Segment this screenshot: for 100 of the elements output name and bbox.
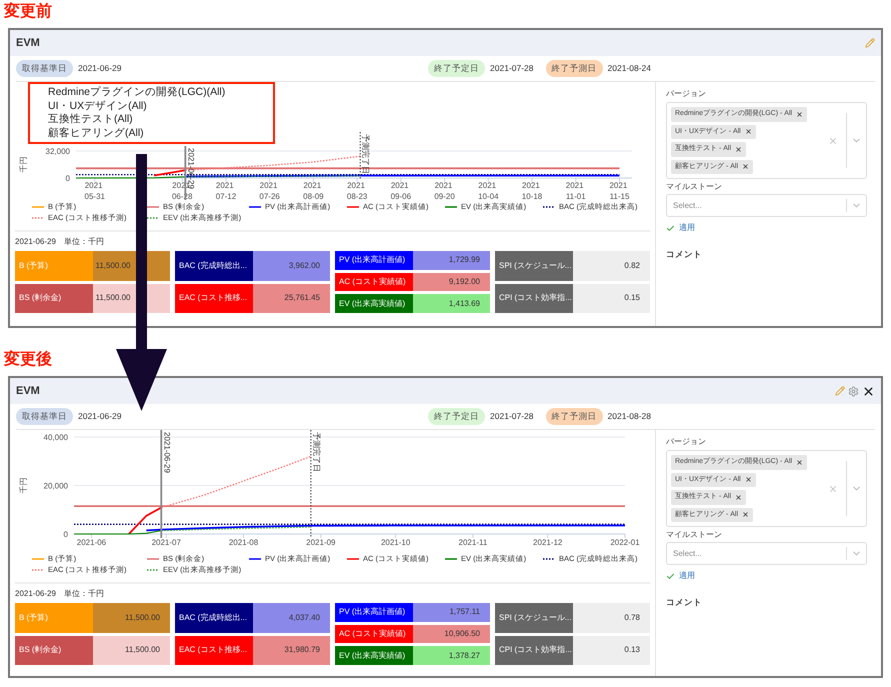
- unit-label: 単位：千円: [64, 236, 104, 248]
- axis-tick-label: 2021 07-12: [216, 181, 236, 200]
- metric-value: 0.78: [572, 603, 650, 632]
- axis-tick-label: 2021 11-15: [610, 181, 630, 200]
- metric-value: 1,729.99: [412, 251, 490, 270]
- date-badge: 取得基準日: [16, 60, 73, 77]
- metric-label: BAC (完成時総出...: [175, 251, 252, 280]
- axis-tick-label: 2021 08-23: [346, 181, 368, 200]
- metric-value: 1,378.27: [412, 646, 490, 666]
- close-icon[interactable]: [862, 384, 875, 398]
- date-badge: 終了予測日: [546, 60, 603, 77]
- axis-tick-label: 2021 09-06: [390, 181, 412, 200]
- field-label: バージョン: [666, 88, 706, 100]
- remove-icon[interactable]: [742, 163, 749, 170]
- remove-icon[interactable]: [796, 458, 804, 466]
- axis-tick-label: 20,000: [44, 482, 68, 490]
- section-heading: 変更後: [3, 349, 53, 370]
- metric-value: 0.13: [572, 636, 650, 665]
- axis-tick-label: 2021 10-04: [478, 181, 499, 200]
- axis-tick-label: 40,000: [44, 433, 68, 442]
- section-heading: 変更前: [3, 1, 53, 22]
- date-badge: 取得基準日: [16, 408, 73, 425]
- metric-value: 0.15: [572, 284, 650, 313]
- metric-label: CPI (コスト効率指...: [495, 636, 572, 665]
- metric-label: EV (出来高実績値): [335, 294, 412, 314]
- field-label: マイルストーン: [666, 181, 722, 193]
- date-value: 2021-08-24: [608, 62, 651, 75]
- metric-label: PV (出来高計画値): [335, 603, 412, 622]
- unit-label: 単位：千円: [64, 588, 104, 600]
- remove-icon[interactable]: [735, 146, 742, 153]
- field-label: マイルストーン: [666, 529, 722, 541]
- axis-tick-label: 32,000: [46, 147, 70, 156]
- marker-line: [360, 132, 361, 180]
- axis-tick-label: 2021-09: [306, 538, 336, 547]
- axis-tick-label: 0: [64, 530, 68, 539]
- axis-tick-label: 2021-07: [152, 538, 181, 547]
- marker-label: 2021-06-29: [162, 432, 172, 473]
- metric-value: 10,906.50: [412, 624, 490, 644]
- metric-value: 1,757.11: [412, 603, 490, 622]
- section-title: コメント: [666, 596, 702, 609]
- axis-tick-label: 2021-10: [380, 538, 410, 547]
- milestone-select[interactable]: Select...: [666, 194, 867, 217]
- remove-icon[interactable]: [735, 494, 742, 501]
- metric-value: 31,980.79: [252, 636, 330, 665]
- select-placeholder: Select...: [673, 200, 703, 212]
- date-value: 2021-08-28: [608, 410, 651, 423]
- marker-label: 予測完了日: [312, 432, 321, 472]
- remove-icon[interactable]: [796, 110, 804, 118]
- callout-text: 互換性テスト(All): [48, 113, 134, 126]
- callout-text: Redmineプラグインの開発(LGC)(All): [48, 86, 226, 100]
- axis-tick-label: 2021-12: [533, 538, 562, 547]
- callout-text: 顧客ヒアリング(All): [48, 126, 145, 140]
- metric-label: AC (コスト実績値): [335, 272, 412, 292]
- metric-value: 11,500.00: [92, 603, 170, 632]
- remove-icon[interactable]: [744, 128, 752, 136]
- date-badge: 終了予定日: [428, 408, 486, 425]
- axis-tick-label: 2021-08: [228, 538, 258, 547]
- apply-link[interactable]: 適用: [679, 222, 695, 234]
- axis-tick-label: 2021 10-18: [522, 181, 542, 200]
- panel-title: EVM: [16, 36, 41, 51]
- metric-value: 9,192.00: [412, 272, 490, 292]
- check-icon: [666, 224, 675, 232]
- marker-label: 予測完了日: [361, 134, 370, 174]
- metric-label: SPI (スケジュール...: [495, 251, 572, 280]
- date-value: 2021-06-29: [78, 62, 122, 75]
- axis-title: 千円: [19, 156, 28, 172]
- metric-label: EV (出来高実績値): [335, 646, 412, 666]
- field-label: バージョン: [666, 436, 706, 448]
- check-icon: [666, 572, 675, 580]
- metric-label: AC (コスト実績値): [335, 624, 412, 644]
- metric-label: B (予算): [15, 603, 92, 632]
- date-value: 2021-07-28: [490, 410, 534, 423]
- metric-label: BAC (完成時総出...: [175, 603, 252, 632]
- panel-title: EVM: [16, 384, 41, 399]
- axis-title: 千円: [19, 478, 28, 494]
- remove-icon[interactable]: [744, 476, 752, 484]
- axis-tick-label: 2021 07-26: [259, 181, 280, 200]
- metric-label: BS (剰余金): [15, 284, 92, 313]
- metric-value: 25,761.45: [252, 284, 330, 313]
- date-value: 2021-07-28: [490, 62, 534, 75]
- metric-value: 0.82: [572, 251, 650, 280]
- callout-text: UI・UXデザイン(All): [48, 100, 148, 113]
- metric-value: 1,413.69: [412, 294, 490, 314]
- apply-link[interactable]: 適用: [679, 570, 695, 582]
- axis-tick-label: 2022-01: [610, 538, 640, 547]
- metric-label: EAC (コスト推移...: [175, 636, 252, 665]
- axis-tick-label: 2021 11-01: [566, 181, 586, 200]
- milestone-select[interactable]: Select...: [666, 542, 867, 565]
- select-placeholder: Select...: [673, 548, 703, 560]
- metric-label: B (予算): [15, 251, 92, 280]
- remove-icon[interactable]: [742, 511, 749, 518]
- axis-tick-label: 2021 09-20: [434, 181, 455, 200]
- date-badge: 終了予測日: [546, 408, 603, 425]
- date-badge: 終了予定日: [428, 60, 486, 77]
- axis-tick-label: 2021-11: [458, 538, 488, 547]
- axis-tick-label: 2021 05-31: [84, 181, 105, 200]
- summary-date: 2021-06-29: [15, 236, 56, 248]
- metric-value: 11,500.00: [92, 636, 170, 665]
- metric-label: EAC (コスト推移...: [175, 284, 252, 313]
- metric-label: BS (剰余金): [15, 636, 92, 665]
